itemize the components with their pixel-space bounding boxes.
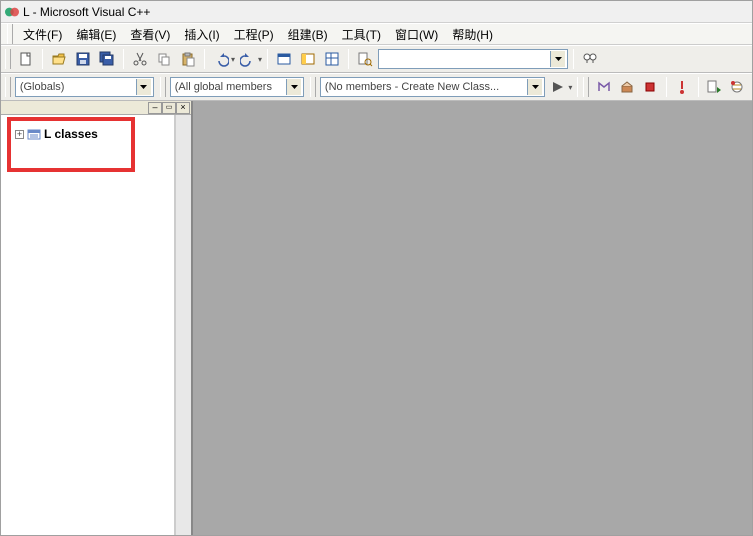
wizard-toolbar: (Globals) (All global members (No member… xyxy=(1,73,752,101)
toolbar-grip[interactable] xyxy=(5,49,11,69)
panel-close-button[interactable]: × xyxy=(176,102,190,114)
scope-combo-value: (Globals) xyxy=(20,81,65,93)
create-class-combo[interactable]: (No members - Create New Class... xyxy=(320,77,545,97)
window-list-button[interactable] xyxy=(321,48,343,70)
class-view-tree[interactable]: + L classes xyxy=(1,115,175,535)
separator xyxy=(267,49,268,69)
menu-bar: 文件(F) 编辑(E) 查看(V) 插入(I) 工程(P) 组建(B) 工具(T… xyxy=(1,23,752,45)
create-class-combo-value: (No members - Create New Class... xyxy=(325,81,499,93)
menu-file[interactable]: 文件(F) xyxy=(17,24,68,45)
tree-root-label: L classes xyxy=(44,127,98,141)
output-button[interactable] xyxy=(297,48,319,70)
compile-button[interactable] xyxy=(593,76,614,98)
scrollbar-vertical[interactable] xyxy=(175,115,191,535)
actions-dropdown[interactable]: ▾ xyxy=(568,83,572,92)
menu-help[interactable]: 帮助(H) xyxy=(446,24,499,45)
standard-toolbar: ▾ ▾ xyxy=(1,45,752,73)
build-button[interactable] xyxy=(616,76,637,98)
menu-view[interactable]: 查看(V) xyxy=(124,24,176,45)
find-button[interactable] xyxy=(579,48,601,70)
title-bar: L - Microsoft Visual C++ xyxy=(1,1,752,23)
menu-insert[interactable]: 插入(I) xyxy=(178,24,225,45)
save-button[interactable] xyxy=(72,48,94,70)
chevron-down-icon[interactable] xyxy=(527,79,542,95)
go-debug-button[interactable] xyxy=(704,76,725,98)
members-combo-value: (All global members xyxy=(175,81,272,93)
toolbar-grip[interactable] xyxy=(7,24,13,44)
tree-root-row[interactable]: + L classes xyxy=(13,125,170,143)
separator xyxy=(348,49,349,69)
save-all-button[interactable] xyxy=(96,48,118,70)
copy-button[interactable] xyxy=(153,48,175,70)
menu-tools[interactable]: 工具(T) xyxy=(336,24,387,45)
go-button[interactable] xyxy=(547,76,568,98)
panel-minimize-button[interactable]: – xyxy=(148,102,162,114)
breakpoint-button[interactable] xyxy=(727,76,748,98)
cut-button[interactable] xyxy=(129,48,151,70)
menu-window[interactable]: 窗口(W) xyxy=(389,24,444,45)
chevron-down-icon[interactable] xyxy=(136,79,151,95)
expand-icon[interactable]: + xyxy=(15,130,24,139)
toolbar-grip[interactable] xyxy=(5,77,11,97)
separator xyxy=(577,77,578,97)
panel-restore-button[interactable]: ▭ xyxy=(162,102,176,114)
new-file-button[interactable] xyxy=(15,48,37,70)
scope-combo[interactable]: (Globals) xyxy=(15,77,154,97)
classes-folder-icon xyxy=(27,127,41,141)
execute-button[interactable] xyxy=(672,76,693,98)
chevron-down-icon[interactable] xyxy=(550,51,565,67)
window-title: L - Microsoft Visual C++ xyxy=(23,5,150,19)
redo-dropdown[interactable]: ▾ xyxy=(258,55,262,64)
toolbar-grip[interactable] xyxy=(310,77,316,97)
toolbar-grip[interactable] xyxy=(160,77,166,97)
workspace: – ▭ × + L classes xyxy=(1,101,752,535)
menu-project[interactable]: 工程(P) xyxy=(228,24,280,45)
members-combo[interactable]: (All global members xyxy=(170,77,304,97)
toolbar-grip[interactable] xyxy=(583,77,589,97)
stop-build-button[interactable] xyxy=(639,76,660,98)
open-button[interactable] xyxy=(48,48,70,70)
separator xyxy=(698,77,699,97)
separator xyxy=(42,49,43,69)
separator xyxy=(666,77,667,97)
undo-dropdown[interactable]: ▾ xyxy=(231,55,235,64)
redo-button[interactable] xyxy=(237,48,259,70)
panel-header: – ▭ × xyxy=(1,101,191,115)
paste-button[interactable] xyxy=(177,48,199,70)
separator xyxy=(204,49,205,69)
workspace-panel: – ▭ × + L classes xyxy=(1,101,193,535)
menu-edit[interactable]: 编辑(E) xyxy=(70,24,122,45)
separator xyxy=(573,49,574,69)
find-in-files-button[interactable] xyxy=(354,48,376,70)
separator xyxy=(123,49,124,69)
menu-build[interactable]: 组建(B) xyxy=(282,24,334,45)
app-icon xyxy=(5,5,19,19)
mdi-client-area[interactable] xyxy=(193,101,752,535)
find-combo[interactable] xyxy=(378,49,568,69)
workspace-button[interactable] xyxy=(273,48,295,70)
chevron-down-icon[interactable] xyxy=(286,79,301,95)
undo-button[interactable] xyxy=(210,48,232,70)
